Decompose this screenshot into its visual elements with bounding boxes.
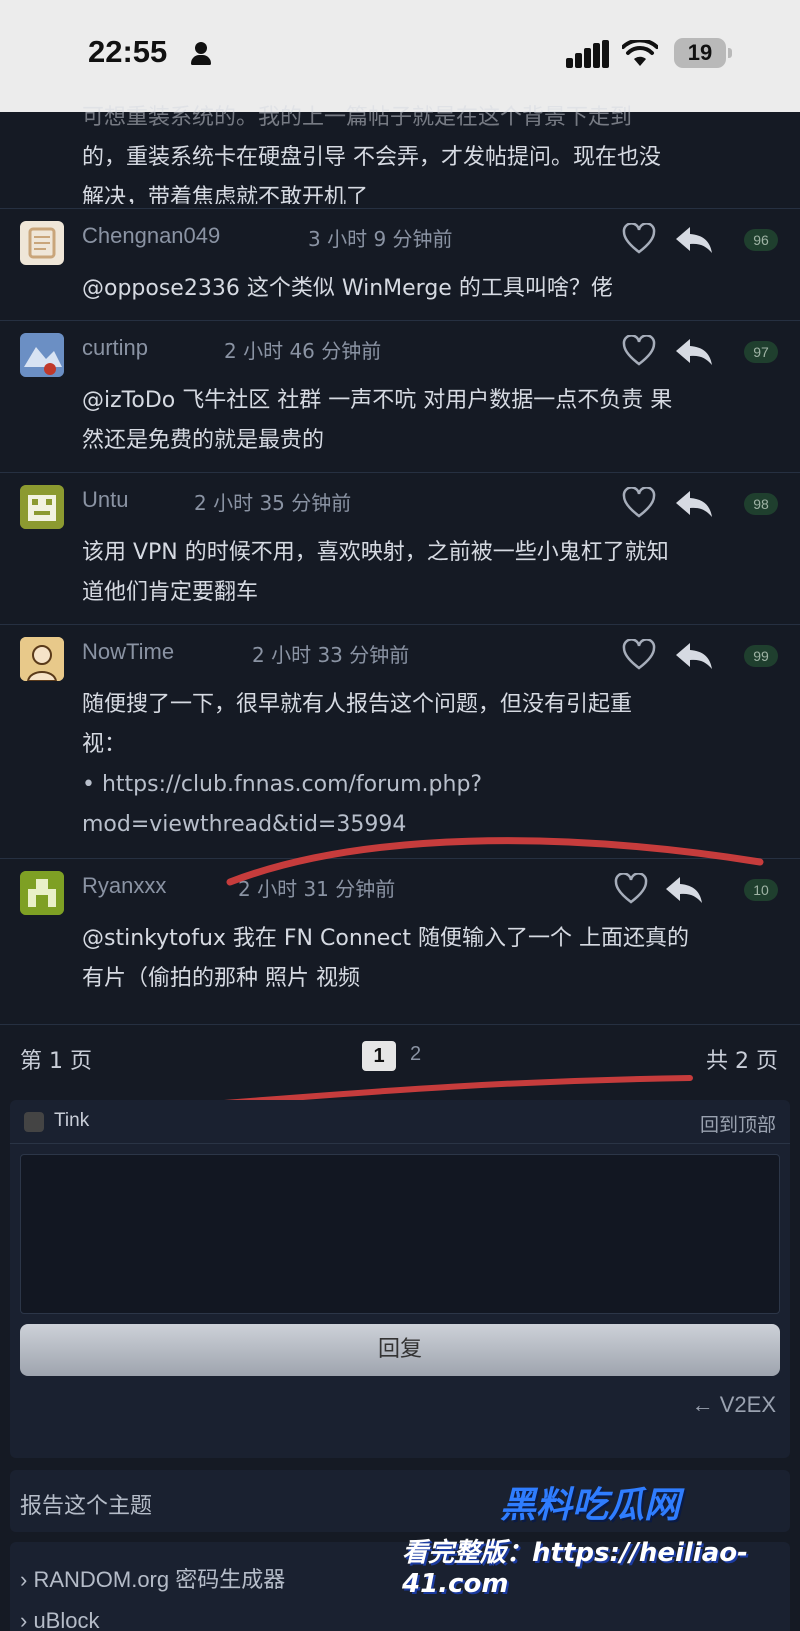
reply-item: Chengnan049 3 小时 9 分钟前 96 @oppose2336 这个… (0, 208, 800, 320)
floor-number: 96 (744, 229, 778, 251)
heart-icon[interactable] (622, 487, 656, 519)
username-link[interactable]: Chengnan049 (82, 223, 220, 249)
reply-content: 随便搜了一下，很早就有人报告这个问题，但没有引起重 视： • https://c… (82, 685, 782, 845)
page-indicator: 第 1 页 (20, 1049, 92, 1074)
reply-time: 2 小时 33 分钟前 (252, 643, 410, 667)
reply-icon[interactable] (664, 875, 704, 905)
reply-time: 2 小时 35 分钟前 (194, 491, 352, 515)
link-random-org[interactable]: › RANDOM.org 密码生成器 (20, 1562, 285, 1594)
v2ex-home-link[interactable]: ← V2EX (692, 1392, 776, 1418)
current-username: Tink (54, 1110, 90, 1131)
reply-button[interactable]: 回复 (20, 1324, 780, 1376)
page-1-button[interactable]: 1 (362, 1041, 396, 1071)
reply-content: @oppose2336 这个类似 WinMerge 的工具叫啥？佬 (82, 276, 613, 301)
reply-box-header: Tink 回到顶部 (10, 1100, 790, 1144)
avatar[interactable] (20, 333, 64, 377)
status-time: 22:55 (88, 34, 168, 69)
battery-icon: 19 (674, 38, 732, 68)
reply-content: 该用 VPN 的时候不用，喜欢映射，之前被一些小鬼杠了就知 道他们肯定要翻车 (82, 540, 669, 605)
page-total: 共 2 页 (706, 1049, 778, 1074)
floor-number: 99 (744, 645, 778, 667)
reply-link-continued[interactable]: mod=viewthread&tid=35994 (82, 805, 782, 845)
heart-icon[interactable] (614, 873, 648, 905)
avatar (24, 1112, 44, 1132)
wifi-icon (622, 40, 658, 66)
reply-content: @izToDo 飞牛社区 社群 一声不吭 对用户数据一点不负责 果 然还是免费的… (82, 388, 673, 453)
username-link[interactable]: NowTime (82, 639, 174, 665)
reply-icon[interactable] (674, 225, 714, 255)
heart-icon[interactable] (622, 639, 656, 671)
heart-icon[interactable] (622, 335, 656, 367)
person-icon (190, 42, 212, 66)
avatar[interactable] (20, 485, 64, 529)
heart-icon[interactable] (622, 223, 656, 255)
reply-box: Tink 回到顶部 回复 ← V2EX (10, 1100, 790, 1458)
pagination: 第 1 页 1 2 共 2 页 (0, 1024, 800, 1088)
reply-link[interactable]: • https://club.fnnas.com/forum.php? (82, 765, 782, 805)
floor-number: 97 (744, 341, 778, 363)
watermark-title: 黑料吃瓜网 (500, 1485, 681, 1526)
reply-time: 2 小时 31 分钟前 (238, 877, 396, 901)
signal-icon (566, 40, 610, 68)
username-link[interactable]: Untu (82, 487, 128, 513)
floor-number: 98 (744, 493, 778, 515)
reply-content: @stinkytofux 我在 FN Connect 随便输入了一个 上面还真的… (82, 926, 689, 991)
page-2-button[interactable]: 2 (410, 1043, 421, 1066)
username-link[interactable]: curtinp (82, 335, 148, 361)
avatar[interactable] (20, 871, 64, 915)
reply-item: Untu 2 小时 35 分钟前 98 该用 VPN 的时候不用，喜欢映射，之前… (0, 472, 800, 624)
username-link[interactable]: Ryanxxx (82, 873, 166, 899)
watermark-url: 看完整版：https://heiliao-41.com (402, 1538, 748, 1599)
back-to-top-link[interactable]: 回到顶部 (700, 1110, 776, 1137)
reply-time: 3 小时 9 分钟前 (308, 227, 453, 251)
reply-icon[interactable] (674, 641, 714, 671)
reply-icon[interactable] (674, 489, 714, 519)
reply-item: curtinp 2 小时 46 分钟前 97 @izToDo 飞牛社区 社群 一… (0, 320, 800, 472)
link-ublock[interactable]: › uBlock (20, 1608, 99, 1631)
status-bar: 22:55 19 (0, 0, 800, 112)
floor-number: 10 (744, 879, 778, 901)
report-topic-link[interactable]: 报告这个主题 (20, 1488, 152, 1520)
previous-reply-text: 可想重装系统的。我的上一篇帖子就是在这个背景下走到 的，重装系统卡在硬盘引导 不… (82, 105, 661, 204)
reply-icon[interactable] (674, 337, 714, 367)
reply-textarea[interactable] (20, 1154, 780, 1314)
avatar[interactable] (20, 637, 64, 681)
reply-item: Ryanxxx 2 小时 31 分钟前 10 @stinkytofux 我在 F… (0, 858, 800, 1024)
avatar[interactable] (20, 221, 64, 265)
reply-item: NowTime 2 小时 33 分钟前 99 随便搜了一下，很早就有人报告这个问… (0, 624, 800, 858)
reply-time: 2 小时 46 分钟前 (224, 339, 382, 363)
